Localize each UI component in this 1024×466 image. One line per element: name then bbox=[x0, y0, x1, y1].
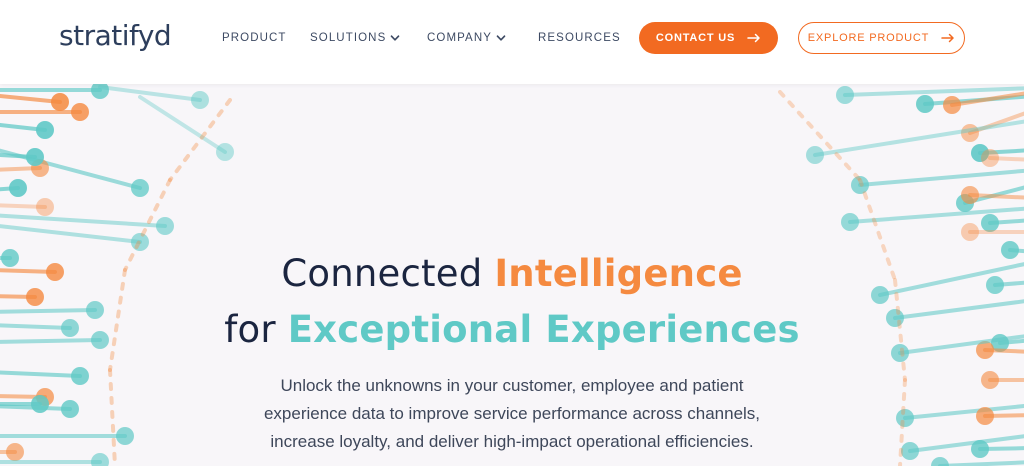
chevron-down-icon bbox=[391, 35, 400, 41]
nav-item-company[interactable]: COMPANY bbox=[427, 29, 506, 47]
hero-title-plain: Connected bbox=[281, 252, 495, 295]
decor-dot bbox=[981, 214, 999, 232]
hero-title-line2: for Exceptional Experiences bbox=[0, 302, 1024, 358]
decor-dot bbox=[981, 149, 999, 167]
explore-product-label: EXPLORE PRODUCT bbox=[807, 32, 930, 44]
chevron-down-icon bbox=[496, 35, 506, 41]
nav-item-resources[interactable]: RESOURCES bbox=[538, 29, 621, 47]
decor-strand bbox=[0, 93, 62, 104]
decor-dot bbox=[156, 217, 174, 235]
contact-us-label: CONTACT US bbox=[655, 32, 736, 44]
decor-dot bbox=[191, 91, 209, 109]
contact-us-button[interactable]: CONTACT US bbox=[639, 22, 778, 54]
decor-dot bbox=[961, 223, 979, 241]
nav-item-product[interactable]: PRODUCT bbox=[222, 29, 287, 47]
decor-dot bbox=[961, 186, 979, 204]
decor-dot bbox=[26, 148, 44, 166]
site-header: stratifyd PRODUCT SOLUTIONS COMPANY RESO… bbox=[0, 0, 1024, 84]
decor-dot bbox=[931, 457, 949, 466]
decor-strand bbox=[168, 98, 232, 182]
decor-strand bbox=[98, 85, 202, 102]
decor-strand bbox=[0, 213, 167, 228]
hero-subtitle-line: Unlock the unknowns in your customer, em… bbox=[280, 376, 744, 395]
explore-product-button[interactable]: EXPLORE PRODUCT bbox=[798, 22, 965, 54]
decor-dot bbox=[216, 143, 234, 161]
nav-item-solutions[interactable]: SOLUTIONS bbox=[310, 29, 400, 47]
hero-subtitle-line: experience data to improve service perfo… bbox=[263, 404, 761, 423]
decor-strand bbox=[858, 168, 1024, 187]
hero-title-accent: Intelligence bbox=[494, 252, 743, 295]
hero-title-plain: for bbox=[224, 308, 288, 351]
decor-strand bbox=[0, 224, 142, 244]
hero-title-accent: Exceptional Experiences bbox=[287, 308, 800, 351]
nav-item-label: PRODUCT bbox=[222, 32, 287, 44]
nav-item-label: COMPANY bbox=[427, 32, 492, 44]
nav-item-label: RESOURCES bbox=[538, 32, 621, 44]
decor-dot bbox=[836, 86, 854, 104]
decor-dot bbox=[841, 213, 859, 231]
logo[interactable]: stratifyd bbox=[59, 18, 172, 54]
decor-dot bbox=[806, 146, 824, 164]
arrow-right-icon bbox=[747, 33, 760, 43]
decor-dot bbox=[943, 96, 961, 114]
decor-strand bbox=[938, 460, 1024, 466]
decor-dot bbox=[36, 121, 54, 139]
hero-title-line1: Connected Intelligence bbox=[0, 246, 1024, 302]
decor-dot bbox=[9, 179, 27, 197]
decor-strand bbox=[843, 86, 1024, 97]
arrow-right-icon bbox=[941, 33, 954, 43]
decor-dot bbox=[71, 103, 89, 121]
decor-dot bbox=[131, 179, 149, 197]
nav-item-label: SOLUTIONS bbox=[310, 32, 387, 44]
decor-dot bbox=[51, 93, 69, 111]
decor-dot bbox=[916, 95, 934, 113]
page: stratifyd PRODUCT SOLUTIONS COMPANY RESO… bbox=[0, 0, 1024, 466]
decor-strand bbox=[778, 90, 862, 182]
decor-dot bbox=[36, 198, 54, 216]
hero-subtitle-line: increase loyalty, and deliver high-impac… bbox=[270, 432, 754, 451]
